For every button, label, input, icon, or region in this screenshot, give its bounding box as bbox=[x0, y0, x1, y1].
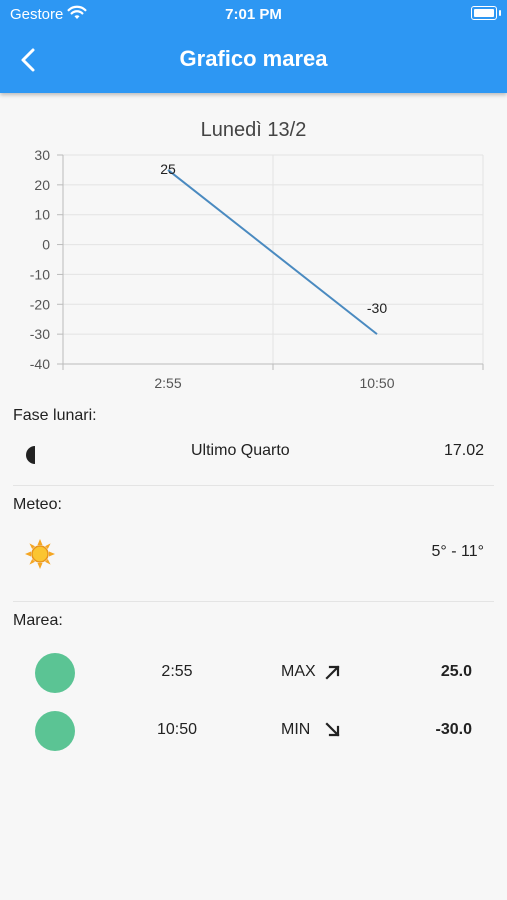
x-tick-label: 2:55 bbox=[154, 375, 181, 390]
chart-title: Lunedì 13/2 bbox=[200, 119, 307, 141]
divider bbox=[13, 485, 494, 486]
tide-section-label: Marea: bbox=[13, 612, 63, 629]
data-label: 25 bbox=[160, 161, 176, 177]
y-tick-label: -10 bbox=[30, 266, 50, 282]
y-tick-label: -40 bbox=[30, 356, 50, 372]
y-tick-label: -20 bbox=[30, 296, 50, 312]
page-title: Grafico marea bbox=[179, 46, 328, 71]
moon-section-label: Fase lunari: bbox=[13, 407, 97, 424]
moon-phase-value: 17.02 bbox=[443, 442, 484, 459]
data-label: -30 bbox=[367, 300, 387, 316]
tide-status-dot bbox=[35, 711, 75, 751]
tide-chart: 30 20 10 0 -10 -20 -30 -40 2:55 10:50 25 -30 bbox=[30, 147, 484, 390]
tide-type: MAX bbox=[281, 663, 316, 680]
arrow-up-right-icon bbox=[325, 665, 340, 680]
moon-phase-icon bbox=[26, 446, 44, 464]
meteo-section-label: Meteo: bbox=[13, 496, 62, 513]
y-tick-label: 10 bbox=[34, 207, 50, 223]
status-time: 7:01 PM bbox=[225, 6, 282, 23]
tide-status-dot bbox=[35, 653, 75, 693]
y-tick-label: 0 bbox=[42, 237, 50, 253]
status-bar: Gestore 7:01 PM bbox=[0, 0, 507, 28]
tide-value: 25.0 bbox=[440, 663, 472, 680]
app-header: Gestore 7:01 PM Grafico marea bbox=[0, 0, 507, 93]
moon-phase-name: Ultimo Quarto bbox=[191, 442, 290, 459]
arrow-down-right-icon bbox=[325, 722, 340, 737]
tide-time: 2:55 bbox=[161, 663, 193, 680]
y-tick-label: -30 bbox=[30, 326, 50, 342]
temperature-range: 5° - 11° bbox=[431, 543, 484, 560]
tide-type: MIN bbox=[281, 721, 311, 738]
x-tick-label: 10:50 bbox=[359, 375, 394, 390]
tide-row: 10:50 MIN -30.0 bbox=[0, 709, 507, 753]
y-tick-label: 30 bbox=[34, 147, 50, 163]
battery-icon bbox=[471, 6, 501, 20]
y-tick-label: 20 bbox=[34, 177, 50, 193]
sun-icon bbox=[25, 539, 55, 569]
tide-value: -30.0 bbox=[435, 721, 472, 738]
tide-row: 2:55 MAX 25.0 bbox=[0, 651, 507, 695]
tide-time: 10:50 bbox=[156, 721, 198, 738]
divider bbox=[13, 601, 494, 602]
